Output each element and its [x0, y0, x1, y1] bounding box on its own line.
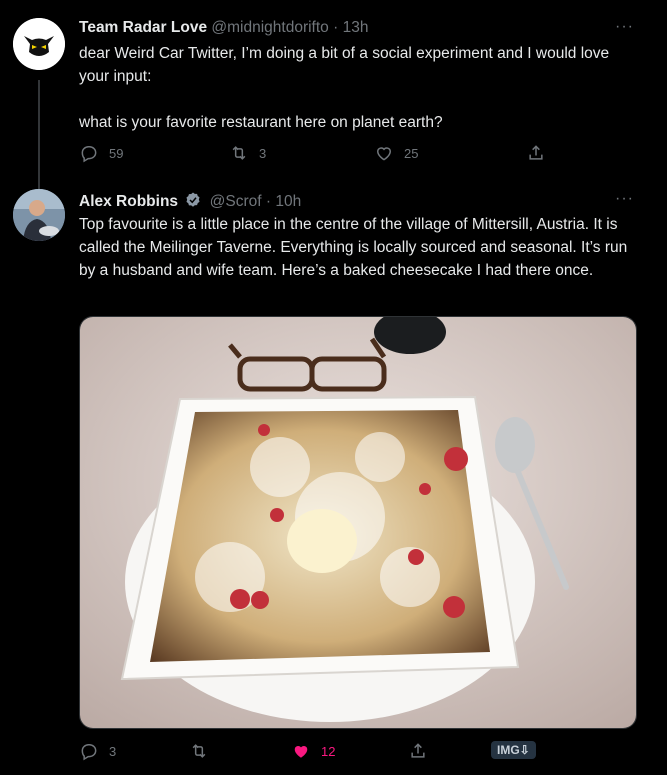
retweet-icon: [232, 146, 246, 160]
reply-icon: [81, 146, 97, 163]
reply-icon: [81, 744, 97, 761]
verified-icon: [186, 192, 200, 207]
avatar[interactable]: [13, 18, 65, 70]
reply-button[interactable]: 3: [79, 741, 116, 761]
more-icon[interactable]: ···: [615, 190, 634, 208]
like-button[interactable]: 25: [374, 143, 418, 163]
more-icon[interactable]: ···: [615, 18, 634, 36]
tweet-header: Alex Robbins @Scrof · 10h: [79, 191, 301, 211]
retweet-count: 3: [259, 145, 267, 161]
retweet-button[interactable]: 3: [229, 143, 266, 163]
like-count: 12: [321, 743, 336, 759]
reply-count: 3: [109, 743, 117, 759]
tweet-actions: 3 12: [79, 741, 559, 765]
share-button[interactable]: [526, 143, 546, 163]
tweet-image[interactable]: [79, 316, 637, 729]
like-button[interactable]: 12: [291, 741, 335, 761]
thread-line: [38, 80, 40, 190]
like-icon: [376, 147, 392, 161]
avatar[interactable]: [13, 189, 65, 241]
display-name[interactable]: Team Radar Love: [79, 19, 207, 36]
handle[interactable]: @midnightdorifto: [211, 19, 328, 36]
tweet-text: dear Weird Car Twitter, I’m doing a bit …: [79, 45, 610, 131]
tweet-header: Team Radar Love @midnightdorifto · 13h: [79, 19, 368, 37]
share-icon: [529, 145, 543, 160]
like-icon: [294, 745, 308, 758]
display-name[interactable]: Alex Robbins: [79, 193, 178, 210]
timestamp[interactable]: · 10h: [266, 193, 301, 210]
retweet-button[interactable]: [189, 741, 219, 761]
share-button[interactable]: [408, 741, 428, 761]
like-count: 25: [404, 145, 419, 161]
share-icon: [411, 743, 425, 758]
tweet-actions: 59 3 25: [79, 143, 559, 167]
image-download-badge[interactable]: IMG⇩: [491, 741, 536, 759]
reply-button[interactable]: 59: [79, 143, 123, 163]
handle[interactable]: @Scrof: [210, 193, 262, 210]
timestamp[interactable]: · 13h: [333, 19, 368, 36]
reply-count: 59: [109, 145, 124, 161]
retweet-icon: [192, 744, 206, 758]
tweet-text: Top favourite is a little place in the c…: [79, 216, 632, 279]
